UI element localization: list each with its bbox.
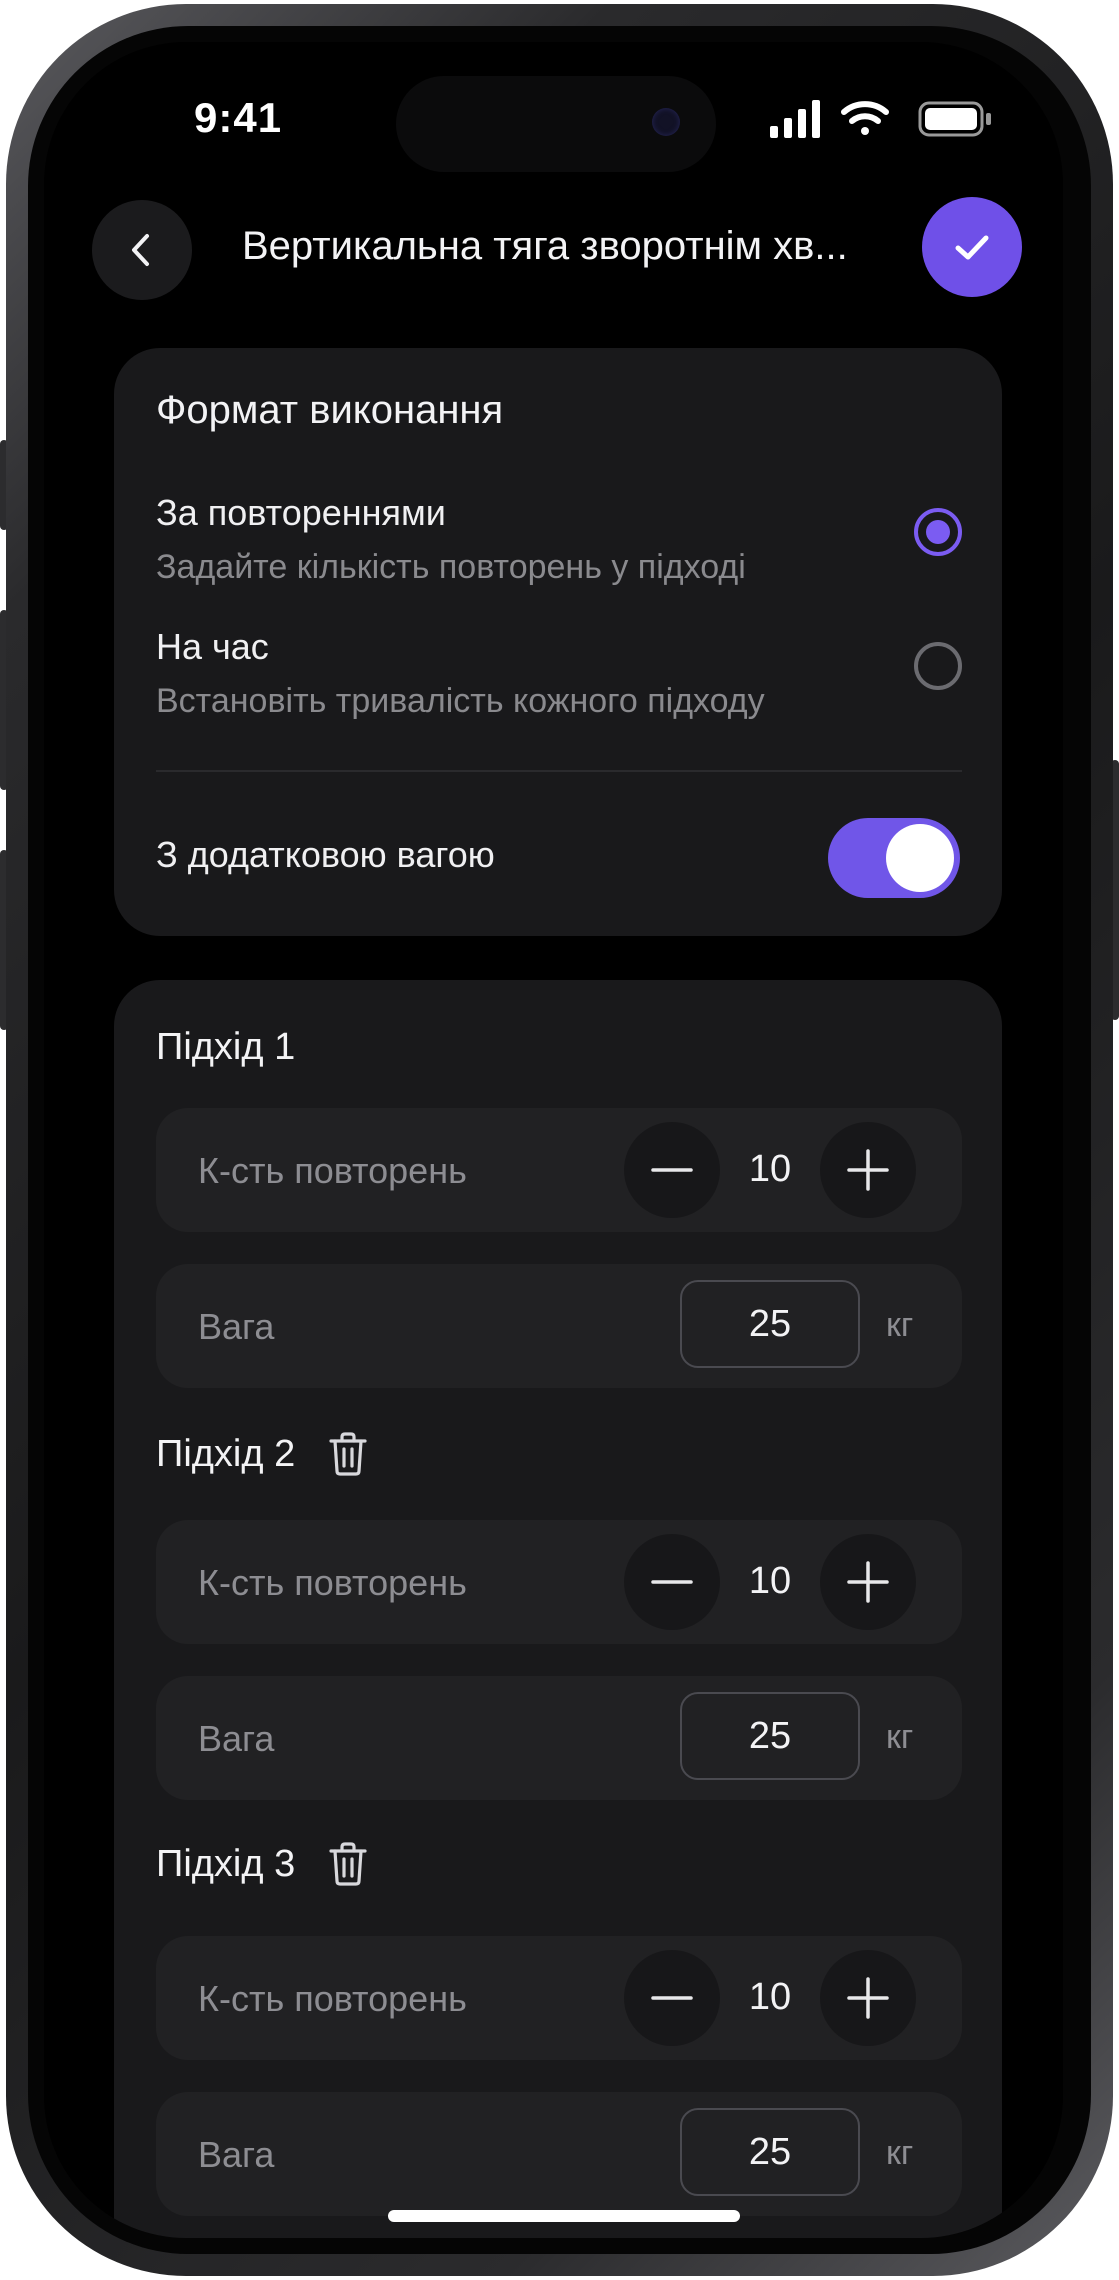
set-title-text: Підхід 1 bbox=[156, 1026, 296, 1068]
reps-label: К-сть повторень bbox=[198, 1978, 467, 2019]
toggle-knob bbox=[886, 824, 954, 892]
reps-increment-button[interactable] bbox=[820, 1950, 916, 2046]
back-button[interactable] bbox=[92, 200, 192, 300]
weight-row: Вага 25 кг bbox=[156, 1264, 962, 1388]
radio-time[interactable] bbox=[914, 642, 962, 690]
format-heading: Формат виконання bbox=[156, 388, 504, 432]
reps-row: К-сть повторень 10 bbox=[156, 1936, 962, 2060]
weight-row: Вага 25 кг bbox=[156, 2092, 962, 2216]
reps-value: 10 bbox=[748, 1560, 792, 1602]
sets-card: Підхід 1 К-сть повторень 10 Вага 25 кг П… bbox=[114, 980, 1002, 2238]
weight-label: Вага bbox=[198, 1718, 275, 1759]
option-reps-desc: Задайте кількість повторень у підході bbox=[156, 548, 746, 586]
reps-value: 10 bbox=[748, 1148, 792, 1190]
chevron-left-icon bbox=[132, 234, 149, 266]
page-title: Вертикальна тяга зворотнім хв... bbox=[242, 224, 848, 268]
option-reps-title[interactable]: За повтореннями bbox=[156, 492, 446, 534]
extra-weight-label: З додатковою вагою bbox=[156, 834, 495, 875]
reps-row: К-сть повторень 10 bbox=[156, 1520, 962, 1644]
weight-unit: кг bbox=[886, 1306, 914, 1344]
minus-icon bbox=[651, 1580, 693, 1584]
minus-icon bbox=[651, 1168, 693, 1172]
weight-unit: кг bbox=[886, 1718, 914, 1756]
reps-decrement-button[interactable] bbox=[624, 1534, 720, 1630]
reps-label: К-сть повторень bbox=[198, 1562, 467, 1603]
set-title-text: Підхід 3 bbox=[156, 1842, 296, 1885]
dynamic-island bbox=[396, 76, 716, 172]
format-card: Формат виконання За повтореннями Задайте… bbox=[114, 348, 1002, 936]
extra-weight-toggle[interactable] bbox=[828, 818, 960, 898]
wifi-icon bbox=[841, 101, 889, 135]
trash-icon[interactable] bbox=[329, 1432, 367, 1476]
camera-icon bbox=[652, 108, 680, 136]
plus-icon bbox=[847, 1977, 889, 2019]
reps-decrement-button[interactable] bbox=[624, 1950, 720, 2046]
reps-increment-button[interactable] bbox=[820, 1534, 916, 1630]
radio-reps[interactable] bbox=[914, 508, 962, 556]
confirm-button[interactable] bbox=[922, 197, 1022, 297]
screen: 9:41 Вертикальна тяга зворотнім хв... Фо… bbox=[44, 42, 1063, 2238]
reps-decrement-button[interactable] bbox=[624, 1122, 720, 1218]
set-title: Підхід 1 bbox=[156, 1026, 295, 1069]
trash-icon[interactable] bbox=[329, 1842, 367, 1886]
battery-icon bbox=[918, 101, 991, 137]
reps-row: К-сть повторень 10 bbox=[156, 1108, 962, 1232]
weight-input[interactable]: 25 bbox=[680, 1692, 860, 1780]
option-time-title[interactable]: На час bbox=[156, 626, 269, 668]
weight-label: Вага bbox=[198, 2134, 275, 2175]
set-title: Підхід 3 bbox=[156, 1842, 367, 1886]
weight-row: Вага 25 кг bbox=[156, 1676, 962, 1800]
set-title-text: Підхід 2 bbox=[156, 1432, 296, 1475]
checkmark-icon bbox=[955, 235, 989, 260]
plus-icon bbox=[847, 1561, 889, 1603]
weight-input[interactable]: 25 bbox=[680, 2108, 860, 2196]
reps-label: К-сть повторень bbox=[198, 1150, 467, 1191]
home-indicator[interactable] bbox=[388, 2210, 740, 2222]
weight-unit: кг bbox=[886, 2134, 914, 2172]
reps-value: 10 bbox=[748, 1976, 792, 2018]
weight-input[interactable]: 25 bbox=[680, 1280, 860, 1368]
minus-icon bbox=[651, 1996, 693, 2000]
option-time-desc: Встановіть тривалість кожного підходу bbox=[156, 682, 765, 720]
status-time: 9:41 bbox=[194, 94, 283, 141]
signal-icon bbox=[770, 100, 820, 138]
status-icons bbox=[770, 98, 1040, 138]
reps-increment-button[interactable] bbox=[820, 1122, 916, 1218]
plus-icon bbox=[847, 1149, 889, 1191]
divider bbox=[156, 770, 962, 772]
set-title: Підхід 2 bbox=[156, 1432, 367, 1476]
weight-label: Вага bbox=[198, 1306, 275, 1347]
